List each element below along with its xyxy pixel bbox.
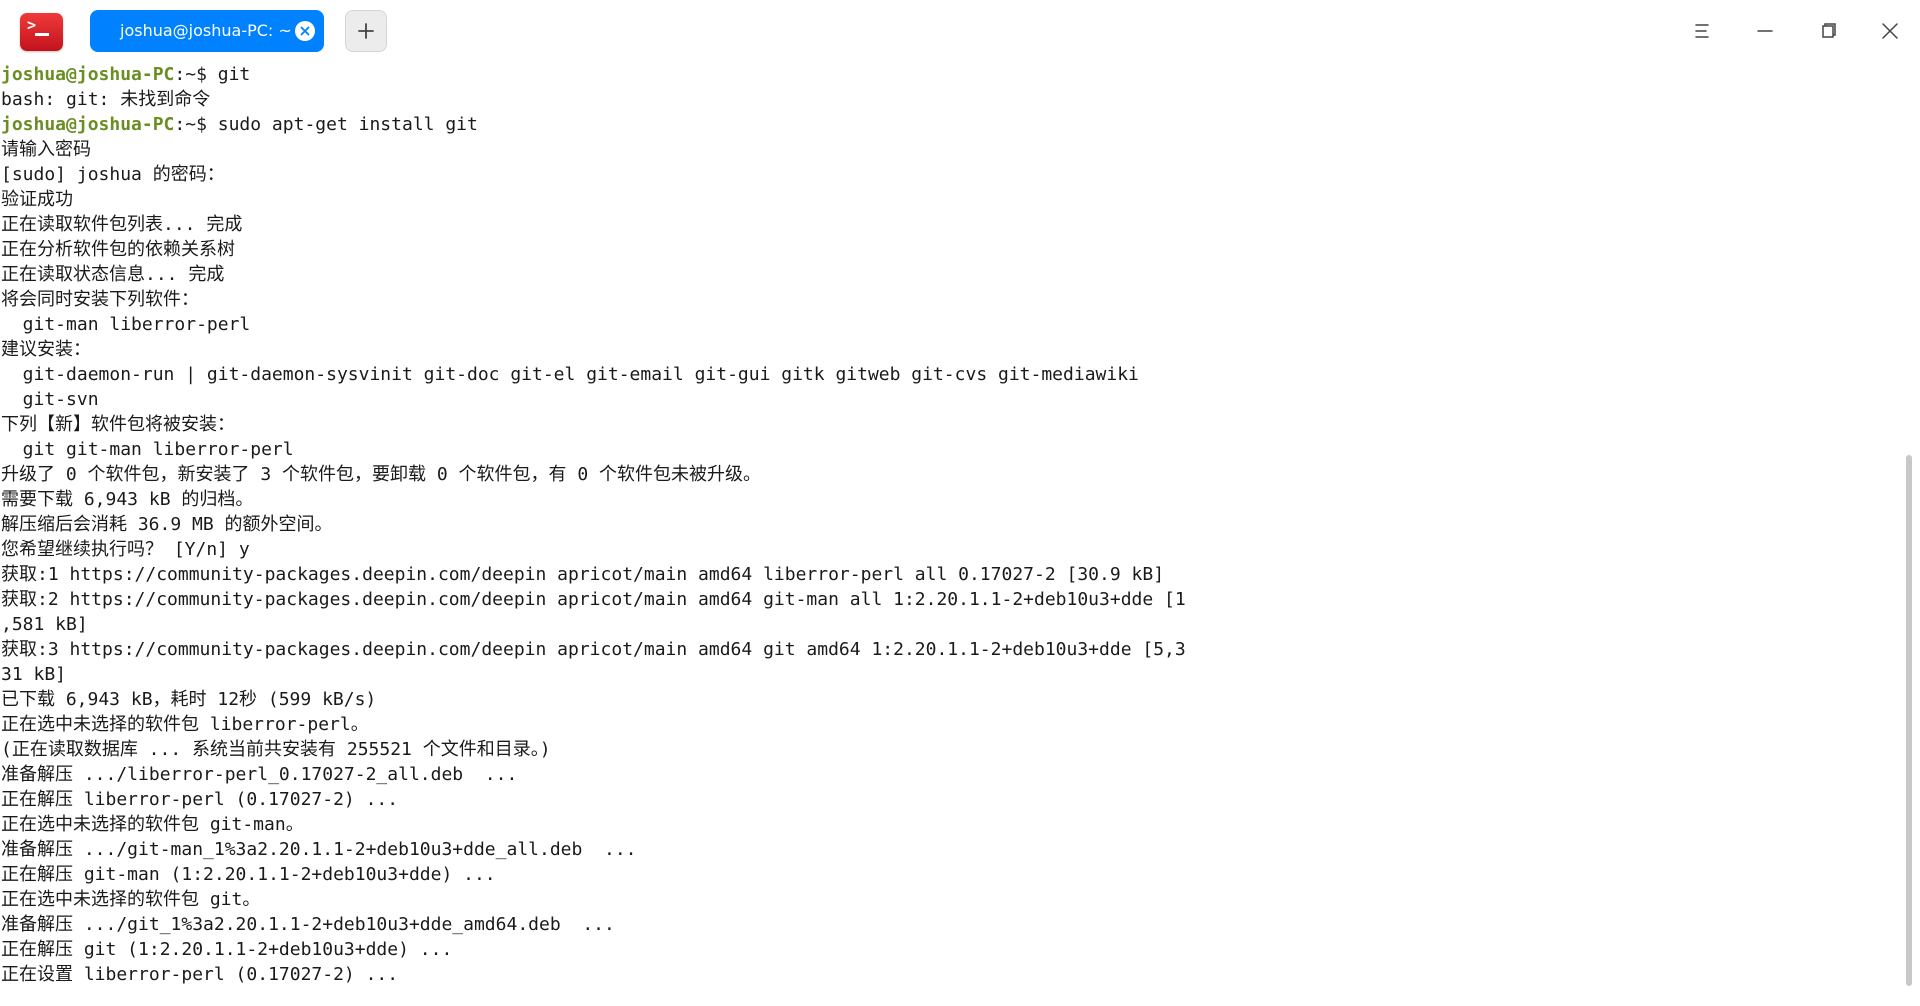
terminal-output-line: 正在读取状态信息... 完成 [1,264,225,285]
terminal-output-line: 正在选中未选择的软件包 git。 [1,889,261,910]
terminal-output-line: 将会同时安装下列软件： [1,289,199,310]
terminal-prompt-line: joshua@joshua-PC:~$ sudo apt-get install… [1,112,478,137]
prompt-user: joshua@joshua-PC [1,114,175,135]
terminal-output-line: 您希望继续执行吗？ [Y/n] y [1,539,250,560]
terminal-output-line: 升级了 0 个软件包，新安装了 3 个软件包，要卸载 0 个软件包，有 0 个软… [1,464,762,485]
terminal-output-line: 建议安装： [1,339,91,360]
terminal-output-line: ,581 kB] [1,614,88,635]
close-button[interactable] [1870,12,1910,50]
prompt-path: :~$ [174,114,218,135]
close-icon [300,26,310,36]
terminal-output-line: 需要下载 6,943 kB 的归档。 [1,489,254,510]
terminal-output-line: 准备解压 .../git_1%3a2.20.1.1-2+deb10u3+dde_… [1,914,615,935]
terminal-output-line: bash: git: 未找到命令 [1,89,211,110]
terminal-cursor-glyph [35,33,49,36]
prompt-command: sudo apt-get install git [217,114,478,135]
terminal-output-line: 正在设置 liberror-perl (0.17027-2) ... [1,964,399,985]
maximize-icon [1822,23,1836,38]
vertical-scrollbar[interactable] [1906,455,1912,986]
prompt-path: :~$ [174,64,218,85]
terminal-output-line: git-daemon-run | git-daemon-sysvinit git… [1,364,1139,385]
title-bar: > joshua@joshua-PC: ~ [0,0,1920,62]
prompt-command: git [217,64,251,85]
terminal-output-line: 获取:2 https://community-packages.deepin.c… [1,589,1186,610]
terminal-output-line: 正在解压 git (1:2.20.1.1-2+deb10u3+dde) ... [1,939,453,960]
terminal-prompt-glyph: > [27,16,37,34]
minimize-icon [1757,30,1773,32]
terminal-output-line: 获取:1 https://community-packages.deepin.c… [1,564,1165,585]
prompt-user: joshua@joshua-PC [1,64,175,85]
menu-icon [1695,24,1709,38]
close-icon [1882,23,1898,39]
terminal-output-line: 正在选中未选择的软件包 liberror-perl。 [1,714,369,735]
terminal-output-line: 正在解压 liberror-perl (0.17027-2) ... [1,789,399,810]
terminal-output-line: 下列【新】软件包将被安装： [1,414,235,435]
plus-icon [358,23,374,39]
terminal-output-line: 请输入密码 [1,139,91,160]
terminal-output-line: git git-man liberror-perl [1,439,294,460]
terminal-output-line: git-man liberror-perl [1,314,251,335]
terminal-output-line: 正在读取软件包列表... 完成 [1,214,243,235]
terminal-output-line: git-svn [1,389,99,410]
terminal-output-line: 已下载 6,943 kB，耗时 12秒 (599 kB/s) [1,689,377,710]
terminal-output-line: (正在读取数据库 ... 系统当前共安装有 255521 个文件和目录。) [1,739,551,760]
tab-terminal[interactable]: joshua@joshua-PC: ~ [90,10,324,52]
terminal-output-line: 获取:3 https://community-packages.deepin.c… [1,639,1186,660]
new-tab-button[interactable] [345,10,387,52]
terminal-output-line: 正在选中未选择的软件包 git-man。 [1,814,304,835]
terminal-output-line: 验证成功 [1,189,73,210]
terminal-icon[interactable]: > [20,13,63,51]
terminal-output-line: [sudo] joshua 的密码： [1,164,225,185]
tab-close-button[interactable] [295,21,315,41]
terminal-output-line: 解压缩后会消耗 36.9 MB 的额外空间。 [1,514,333,535]
menu-button[interactable] [1682,12,1722,50]
terminal-output-line: 正在解压 git-man (1:2.20.1.1-2+deb10u3+dde) … [1,864,496,885]
maximize-button[interactable] [1808,12,1848,50]
terminal-prompt-line: joshua@joshua-PC:~$ git [1,62,250,87]
terminal-output-line: 准备解压 .../liberror-perl_0.17027-2_all.deb… [1,764,518,785]
minimize-button[interactable] [1745,12,1785,50]
terminal-output-line: 31 kB] [1,664,67,685]
terminal-output[interactable]: joshua@joshua-PC:~$ git bash: git: 未找到命令 j… [0,62,1900,1006]
tab-title: joshua@joshua-PC: ~ [120,21,292,40]
terminal-output-line: 正在分析软件包的依赖关系树 [1,239,235,260]
terminal-output-line: 准备解压 .../git-man_1%3a2.20.1.1-2+deb10u3+… [1,839,637,860]
